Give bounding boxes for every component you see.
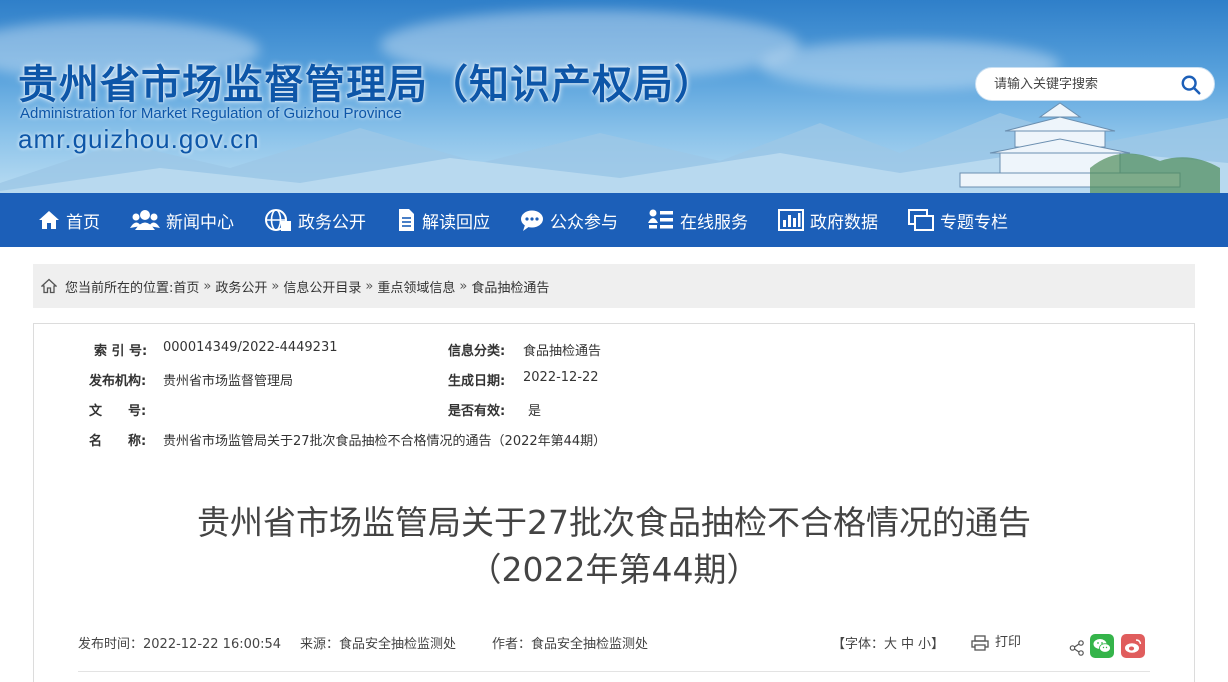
breadcrumb-separator: »: [203, 278, 212, 294]
breadcrumb-separator: »: [271, 278, 280, 294]
chat-icon: [521, 210, 543, 231]
date-value: 2022-12-22: [523, 370, 599, 385]
nav-label: 公众参与: [550, 212, 618, 233]
article-title-line1: 贵州省市场监管局关于27批次食品抽检不合格情况的通告: [197, 503, 1031, 542]
document-icon: [399, 209, 414, 231]
article-panel: 索 引 号: 000014349/2022-4449231 信息分类: 食品抽检…: [33, 323, 1195, 682]
meta-row: 索 引 号: 000014349/2022-4449231 信息分类: 食品抽检…: [34, 340, 1194, 360]
meta-row: 发布机构: 贵州省市场监督管理局 生成日期: 2022-12-22: [34, 370, 1194, 390]
breadcrumb-link-catalog[interactable]: 信息公开目录: [283, 277, 361, 296]
index-label: 索 引 号:: [94, 344, 148, 359]
site-title-english: Administration for Market Regulation of …: [20, 105, 402, 122]
breadcrumb-separator: »: [459, 278, 468, 294]
meta-row: 名 称: 贵州省市场监管局关于27批次食品抽检不合格情况的通告（2022年第44…: [34, 430, 1194, 450]
publisher-label: 发布机构:: [89, 374, 147, 389]
breadcrumb: 您当前所在的位置: 首页 » 政务公开 » 信息公开目录 » 重点领域信息 » …: [33, 264, 1195, 308]
breadcrumb-prefix: 您当前所在的位置:: [65, 280, 174, 296]
category-label: 信息分类:: [448, 344, 506, 359]
breadcrumb-link-home[interactable]: 首页: [173, 277, 199, 296]
article-author: 作者：食品安全抽检监测处: [492, 637, 649, 652]
font-size-medium[interactable]: 中: [901, 637, 914, 652]
index-value: 000014349/2022-4449231: [163, 340, 338, 355]
search-box: [975, 67, 1215, 101]
font-size-small[interactable]: 小: [918, 637, 931, 652]
name-label: 名 称:: [89, 434, 147, 449]
nav-item-special-topics[interactable]: 专题专栏: [908, 208, 1008, 233]
font-size-prefix: 【字体：: [832, 637, 885, 652]
date-label: 生成日期:: [448, 374, 506, 389]
nav-label: 政府数据: [810, 212, 878, 233]
nav-label: 解读回应: [422, 212, 490, 233]
nav-item-interpretation[interactable]: 解读回应: [396, 208, 490, 233]
publisher-value: 贵州省市场监督管理局: [163, 374, 294, 389]
doc-number-label: 文 号:: [89, 404, 147, 419]
nav-item-gov-data[interactable]: 政府数据: [778, 208, 878, 233]
article-source: 来源：食品安全抽检监测处: [300, 637, 457, 652]
printer-icon: [971, 635, 989, 651]
weibo-icon: [1125, 639, 1142, 653]
nav-label: 专题专栏: [940, 212, 1008, 233]
font-size-suffix: 】: [931, 637, 945, 652]
print-label: 打印: [995, 635, 1022, 650]
list-icon: [648, 209, 673, 229]
publish-time: 发布时间：2022-12-22 16:00:54: [78, 637, 282, 652]
publish-info-bar: 发布时间：2022-12-22 16:00:54 来源：食品安全抽检监测处 作者…: [78, 634, 1150, 672]
nav-label: 首页: [66, 212, 100, 233]
wechat-icon: [1093, 639, 1111, 653]
globe-icon: [265, 209, 291, 231]
search-icon[interactable]: [1180, 74, 1202, 96]
breadcrumb-link-food-notices[interactable]: 食品抽检通告: [471, 277, 549, 296]
header-banner: 贵州省市场监督管理局（知识产权局） Administration for Mar…: [0, 0, 1228, 193]
nav-item-gov-affairs[interactable]: 政务公开: [264, 208, 366, 233]
home-icon: [39, 211, 59, 229]
breadcrumb-link-gov-affairs[interactable]: 政务公开: [215, 277, 267, 296]
home-icon: [41, 278, 57, 294]
people-icon: [130, 210, 160, 230]
weibo-share-button[interactable]: [1121, 634, 1145, 658]
breadcrumb-link-key-areas[interactable]: 重点领域信息: [377, 277, 455, 296]
nav-label: 在线服务: [680, 212, 748, 233]
print-button[interactable]: 打印: [971, 634, 1021, 652]
bar-chart-icon: [778, 209, 804, 231]
article-title: 贵州省市场监管局关于27批次食品抽检不合格情况的通告 （2022年第44期）: [34, 499, 1194, 593]
meta-row: 文 号: 是否有效: 是: [34, 400, 1194, 420]
main-nav: 首页 新闻中心 政务公开 解读回应 公众参与 在线服务 政府数据 专题专栏: [0, 193, 1228, 247]
site-title: 贵州省市场监督管理局（知识产权局）: [18, 62, 715, 108]
nav-label: 政务公开: [298, 212, 366, 233]
search-input[interactable]: [994, 76, 1174, 92]
share-icon[interactable]: [1069, 640, 1085, 656]
category-value: 食品抽检通告: [523, 344, 602, 359]
wechat-share-button[interactable]: [1090, 634, 1114, 658]
windows-icon: [908, 209, 934, 231]
article-title-line2: （2022年第44期）: [468, 550, 760, 589]
breadcrumb-separator: »: [365, 278, 374, 294]
valid-value: 是: [528, 404, 542, 419]
name-value: 贵州省市场监管局关于27批次食品抽检不合格情况的通告（2022年第44期）: [163, 434, 607, 449]
valid-label: 是否有效:: [448, 404, 506, 419]
nav-item-news[interactable]: 新闻中心: [130, 208, 234, 233]
nav-label: 新闻中心: [166, 212, 234, 233]
site-domain: amr.guizhou.gov.cn: [18, 124, 260, 154]
nav-item-public-participation[interactable]: 公众参与: [520, 208, 618, 233]
nav-item-home[interactable]: 首页: [38, 208, 100, 233]
font-size-large[interactable]: 大: [884, 637, 897, 652]
nav-item-online-service[interactable]: 在线服务: [648, 208, 748, 233]
font-size-control: 【字体：大中小】: [832, 636, 944, 654]
